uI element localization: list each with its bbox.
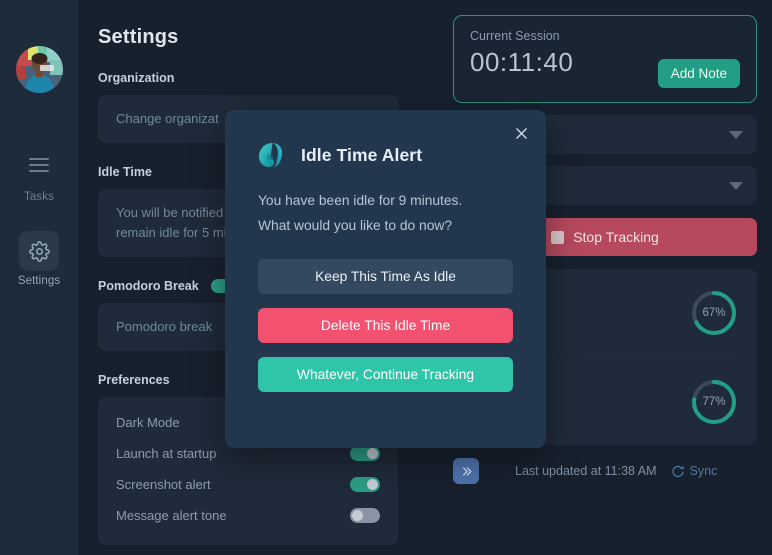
tasks-icon-box (19, 147, 59, 187)
progress-ring-percent: 77% (702, 395, 726, 408)
toggle-knob (367, 479, 378, 490)
apploye-leaf-logo (259, 142, 283, 168)
modal-body: You have been idle for 9 minutes. What w… (258, 188, 513, 238)
continue-tracking-button[interactable]: Whatever, Continue Tracking (258, 357, 513, 392)
modal-actions: Keep This Time As Idle Delete This Idle … (258, 259, 513, 392)
avatar[interactable] (15, 46, 63, 93)
section-heading-organization: Organization (98, 71, 438, 85)
sync-label: Sync (689, 464, 718, 478)
refresh-icon (672, 465, 684, 477)
progress-ring-1: 67% (689, 288, 739, 338)
app-window: Tasks Settings Settings Organization Cha… (0, 0, 772, 555)
toggle-knob (367, 448, 378, 459)
toggle-knob (352, 510, 363, 521)
preference-row-message-alert-tone[interactable]: Message alert tone (116, 500, 380, 531)
delete-idle-time-button[interactable]: Delete This Idle Time (258, 308, 513, 343)
preference-label: Dark Mode (116, 415, 180, 430)
message-alert-tone-toggle[interactable] (350, 508, 380, 523)
close-icon[interactable] (510, 122, 532, 144)
section-label: Idle Time (98, 165, 152, 179)
section-label: Pomodoro Break (98, 279, 199, 293)
idle-time-alert-modal: Idle Time Alert You have been idle for 9… (225, 110, 546, 448)
stop-tracking-label: Stop Tracking (573, 229, 659, 245)
sidebar-item-label-tasks: Tasks (24, 191, 54, 203)
sidebar: Tasks Settings (0, 0, 78, 555)
preference-label: Message alert tone (116, 508, 227, 523)
user-avatar-photo (15, 46, 63, 93)
add-note-button[interactable]: Add Note (657, 59, 740, 88)
sync-button[interactable]: Sync (671, 464, 718, 478)
section-label: Organization (98, 71, 175, 85)
chevron-double-right-icon (462, 466, 472, 476)
page-title: Settings (98, 26, 179, 48)
modal-line-2: What would you like to do now? (258, 218, 453, 233)
progress-ring-2: 77% (689, 377, 739, 427)
sidebar-item-label-settings: Settings (17, 275, 61, 287)
chevron-down-icon (729, 181, 743, 190)
current-session-label: Current Session (470, 29, 560, 43)
stop-square-icon (551, 230, 565, 244)
progress-ring-percent: 67% (702, 307, 726, 319)
preference-label: Screenshot alert (116, 477, 211, 492)
modal-header: Idle Time Alert (258, 110, 513, 168)
launch-at-startup-toggle[interactable] (350, 446, 380, 461)
preference-row-screenshot-alert[interactable]: Screenshot alert (116, 469, 380, 500)
keep-time-as-idle-button[interactable]: Keep This Time As Idle (258, 259, 513, 294)
sidebar-item-tasks[interactable]: Tasks (0, 147, 78, 203)
section-label: Preferences (98, 373, 170, 387)
modal-line-1: You have been idle for 9 minutes. (258, 193, 463, 208)
gear-icon (28, 240, 50, 262)
sidebar-item-settings[interactable]: Settings (0, 231, 78, 287)
tracker-footer: Last updated at 11:38 AM Sync (453, 458, 757, 484)
preference-label: Launch at startup (116, 446, 217, 461)
last-updated-text: Last updated at 11:38 AM (515, 464, 657, 478)
current-session-card: Current Session 00:11:40 Add Note (453, 15, 757, 103)
tasks-list-icon (29, 158, 49, 175)
modal-title: Idle Time Alert (301, 144, 423, 165)
collapse-panel-button[interactable] (453, 458, 479, 484)
screenshot-alert-toggle[interactable] (350, 477, 380, 492)
settings-icon-box (19, 231, 59, 271)
chevron-down-icon (729, 130, 743, 139)
